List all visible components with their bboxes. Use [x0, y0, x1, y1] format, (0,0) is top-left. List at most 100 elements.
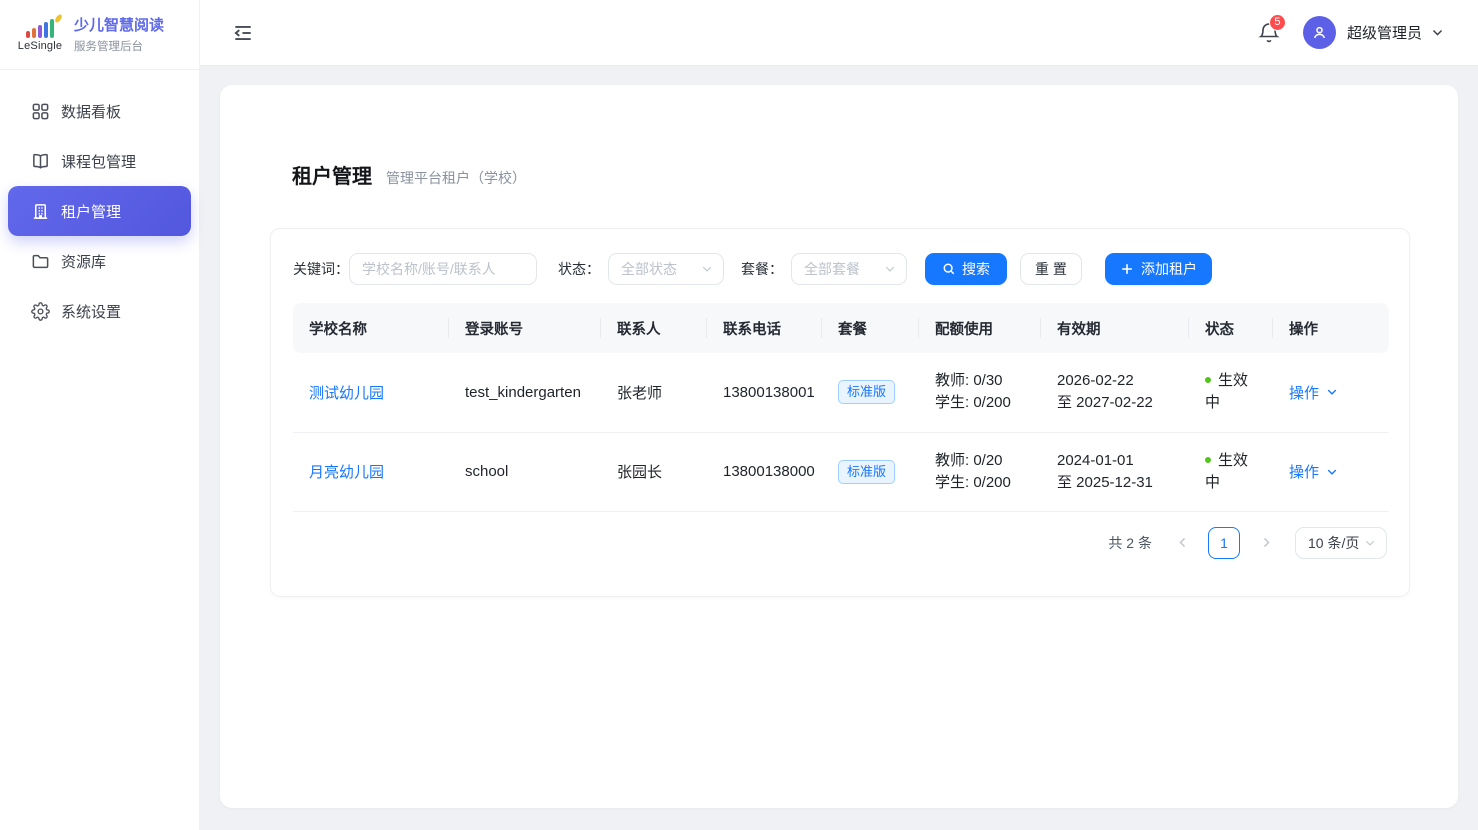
brand-text: 少儿智慧阅读 服务管理后台 — [74, 16, 164, 54]
content-card: 租户管理 管理平台租户（学校） 关键词： 状态： 全部状态 套餐： 全部套餐 — [220, 85, 1458, 808]
page-size-select[interactable]: 10 条/页 — [1295, 527, 1387, 559]
chevron-down-icon — [1364, 537, 1376, 549]
building-icon — [30, 201, 50, 221]
status-select[interactable]: 全部状态 — [608, 253, 724, 285]
column-header-school: 学校名称 — [293, 303, 449, 353]
sidebar-item-label: 租户管理 — [61, 201, 121, 222]
column-header-quota: 配额使用 — [919, 303, 1041, 353]
page-head: 租户管理 管理平台租户（学校） — [292, 160, 526, 189]
chevron-down-icon — [701, 263, 713, 275]
sidebar-collapse-icon[interactable] — [232, 22, 254, 44]
plan-tag: 标准版 — [838, 460, 895, 484]
row-actions-label: 操作 — [1289, 382, 1319, 403]
search-icon — [942, 262, 956, 276]
sidebar-item-label: 课程包管理 — [61, 151, 136, 172]
quota-student: 学生: 0/200 — [935, 392, 1041, 414]
notification-bell-icon[interactable]: 5 — [1257, 21, 1281, 45]
add-tenant-button[interactable]: 添加租户 — [1105, 253, 1212, 285]
column-header-plan: 套餐 — [822, 303, 919, 353]
folder-icon — [30, 251, 50, 271]
status-filter-label: 状态： — [558, 259, 600, 279]
logo-leaf-icon — [54, 13, 63, 23]
status-select-value: 全部状态 — [621, 259, 677, 279]
status-cell: 生效中 — [1189, 432, 1273, 511]
tenant-table: 学校名称 登录账号 联系人 联系电话 套餐 配额使用 有效期 状态 操作 测试幼… — [293, 303, 1389, 512]
plan-select-value: 全部套餐 — [804, 259, 860, 279]
valid-to: 至 2025-12-31 — [1057, 472, 1189, 494]
brand-logo-text: LeSingle — [18, 40, 62, 52]
valid-from: 2026-02-22 — [1057, 370, 1189, 392]
sidebar-item-settings[interactable]: 系统设置 — [8, 286, 191, 336]
column-header-contact: 联系人 — [601, 303, 707, 353]
app-root: LeSingle 少儿智慧阅读 服务管理后台 数据看板 课程包管理 — [0, 0, 1478, 830]
school-name-link[interactable]: 测试幼儿园 — [309, 385, 384, 402]
topbar: 5 超级管理员 — [200, 0, 1478, 66]
page-size-value: 10 条/页 — [1308, 533, 1359, 553]
column-header-actions: 操作 — [1273, 303, 1389, 353]
quota-teacher: 教师: 0/20 — [935, 450, 1041, 472]
contact-cell: 张园长 — [601, 432, 707, 511]
brand-logo-icon: LeSingle — [14, 18, 66, 52]
sidebar-item-tenants[interactable]: 租户管理 — [8, 186, 191, 236]
status-dot-icon — [1205, 457, 1211, 463]
status-dot-icon — [1205, 377, 1211, 383]
row-actions-dropdown[interactable]: 操作 — [1289, 382, 1338, 403]
quota-cell: 教师: 0/30 学生: 0/200 — [919, 353, 1041, 432]
logo-bars-icon — [26, 18, 54, 38]
validity-cell: 2024-01-01 至 2025-12-31 — [1041, 432, 1189, 511]
keyword-input[interactable] — [349, 253, 537, 285]
chevron-left-icon — [1176, 536, 1189, 549]
username-label[interactable]: 超级管理员 — [1347, 22, 1422, 43]
chevron-down-icon — [884, 263, 896, 275]
pagination-next-button[interactable] — [1253, 530, 1279, 556]
chevron-down-icon — [1326, 466, 1338, 478]
tenant-panel: 关键词： 状态： 全部状态 套餐： 全部套餐 — [270, 228, 1410, 597]
brand-subtitle: 服务管理后台 — [74, 38, 164, 54]
sidebar: LeSingle 少儿智慧阅读 服务管理后台 数据看板 课程包管理 — [0, 0, 200, 830]
sidebar-item-label: 资源库 — [61, 251, 106, 272]
reset-button[interactable]: 重 置 — [1020, 253, 1082, 285]
column-header-status: 状态 — [1189, 303, 1273, 353]
table-row: 月亮幼儿园 school 张园长 13800138000 标准版 教师: 0/2… — [293, 432, 1389, 511]
topbar-right: 5 超级管理员 — [1257, 16, 1478, 49]
pagination-prev-button[interactable] — [1169, 530, 1195, 556]
account-cell: test_kindergarten — [449, 353, 601, 432]
validity-cell: 2026-02-22 至 2027-02-22 — [1041, 353, 1189, 432]
filter-bar: 关键词： 状态： 全部状态 套餐： 全部套餐 — [293, 253, 1387, 285]
quota-teacher: 教师: 0/30 — [935, 370, 1041, 392]
status-cell: 生效中 — [1189, 353, 1273, 432]
search-button-label: 搜索 — [962, 259, 990, 279]
pagination-page-1[interactable]: 1 — [1208, 527, 1240, 559]
school-name-link[interactable]: 月亮幼儿园 — [309, 464, 384, 481]
sidebar-menu: 数据看板 课程包管理 租户管理 资源库 — [0, 70, 199, 336]
status-badge: 生效中 — [1205, 452, 1248, 491]
pagination: 共 2 条 1 10 条/页 — [293, 527, 1387, 559]
dashboard-icon — [30, 101, 50, 121]
user-avatar[interactable] — [1303, 16, 1336, 49]
brand-title: 少儿智慧阅读 — [74, 16, 164, 35]
chevron-right-icon — [1260, 536, 1273, 549]
column-header-validity: 有效期 — [1041, 303, 1189, 353]
plan-select[interactable]: 全部套餐 — [791, 253, 907, 285]
user-menu-chevron-down-icon[interactable] — [1431, 26, 1444, 39]
row-actions-dropdown[interactable]: 操作 — [1289, 461, 1338, 482]
quota-student: 学生: 0/200 — [935, 472, 1041, 494]
sidebar-item-resources[interactable]: 资源库 — [8, 236, 191, 286]
column-header-account: 登录账号 — [449, 303, 601, 353]
sidebar-item-label: 数据看板 — [61, 101, 121, 122]
phone-cell: 13800138000 — [707, 432, 822, 511]
account-cell: school — [449, 432, 601, 511]
status-badge: 生效中 — [1205, 372, 1248, 411]
column-header-phone: 联系电话 — [707, 303, 822, 353]
gear-icon — [30, 301, 50, 321]
keyword-label: 关键词： — [293, 259, 349, 279]
phone-cell: 13800138001 — [707, 353, 822, 432]
search-button[interactable]: 搜索 — [925, 253, 1007, 285]
sidebar-item-course-packages[interactable]: 课程包管理 — [8, 136, 191, 186]
contact-cell: 张老师 — [601, 353, 707, 432]
pagination-total: 共 2 条 — [1108, 533, 1152, 553]
chevron-down-icon — [1326, 386, 1338, 398]
sidebar-item-dashboard[interactable]: 数据看板 — [8, 86, 191, 136]
add-tenant-button-label: 添加租户 — [1141, 259, 1197, 279]
page-title: 租户管理 — [292, 160, 372, 189]
